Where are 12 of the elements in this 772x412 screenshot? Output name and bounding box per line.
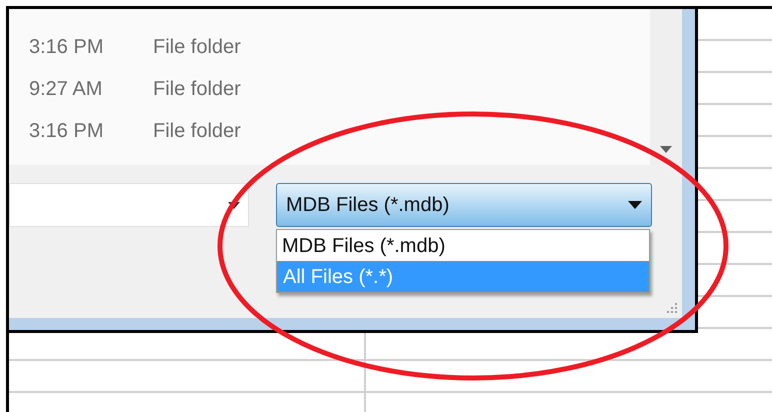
date-modified-cell-text: 3:16 PM: [29, 35, 104, 60]
file-name-combobox[interactable]: [9, 183, 249, 227]
type-cell-text: File folder: [153, 35, 241, 60]
type-cell-text: File folder: [153, 119, 241, 144]
type-cell-text: File folder: [153, 77, 241, 102]
dropdown-arrow-icon: [628, 201, 642, 209]
date-modified-cell-text: 3:16 PM: [29, 119, 104, 144]
dropdown-option[interactable]: MDB Files (*.mdb): [277, 230, 649, 261]
resize-grip-icon[interactable]: [666, 302, 678, 314]
scroll-down-arrow-icon[interactable]: [660, 146, 672, 153]
file-type-dropdown[interactable]: MDB Files (*.mdb): [276, 183, 652, 227]
date-modified-cell-text: 9:27 AM: [29, 77, 104, 102]
